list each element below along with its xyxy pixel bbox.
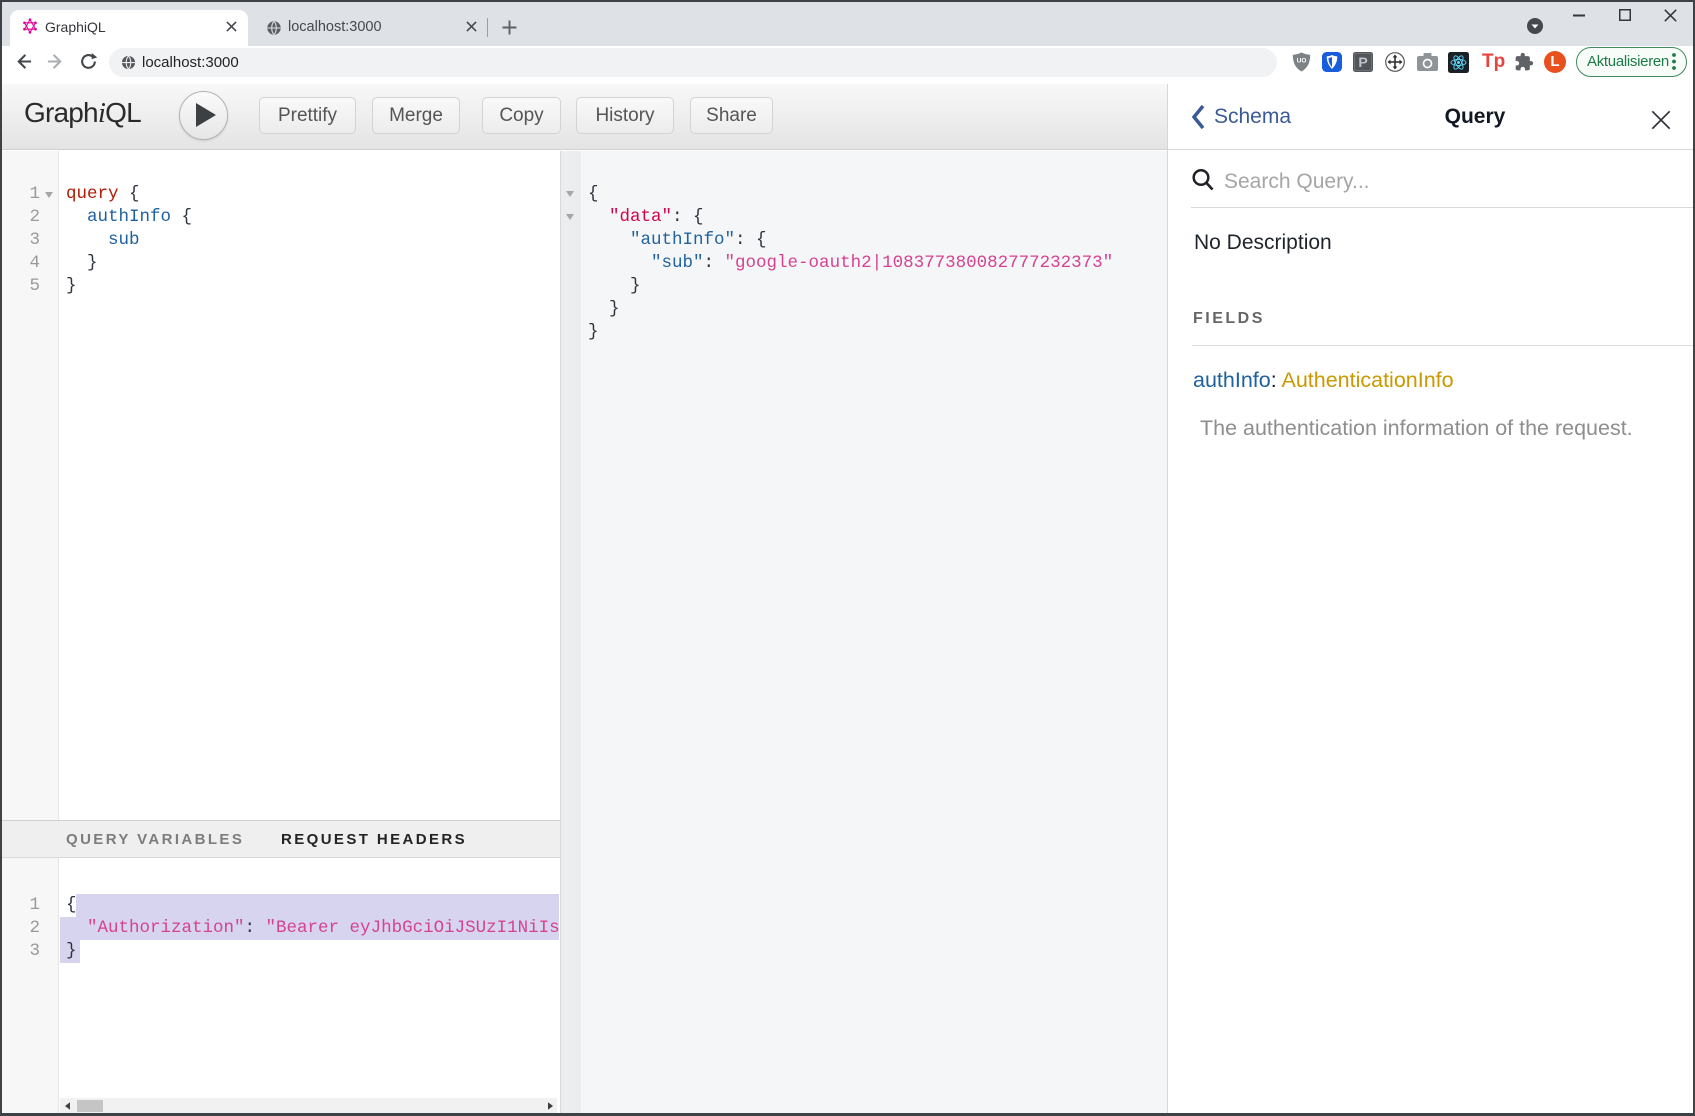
svg-text:P: P xyxy=(1358,54,1367,70)
svg-text:UO: UO xyxy=(1297,58,1307,65)
